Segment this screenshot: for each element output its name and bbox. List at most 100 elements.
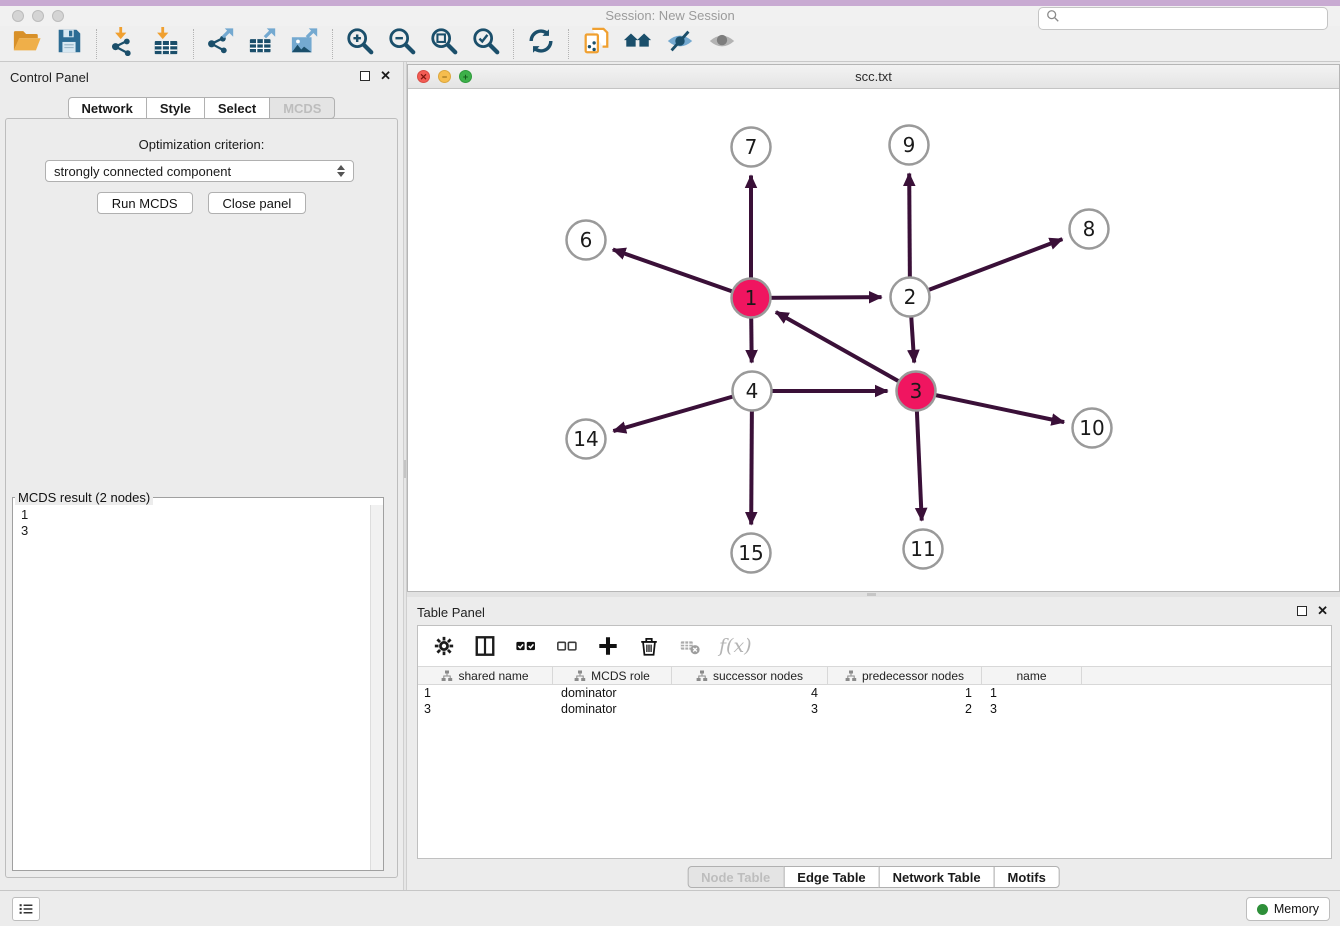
mcds-panel: Optimization criterion: strongly connect… bbox=[5, 118, 398, 878]
cell-mcds-role[interactable]: dominator bbox=[553, 685, 672, 701]
graph-edge-3-10[interactable] bbox=[916, 391, 1064, 422]
column-header-mcds-role[interactable]: MCDS role bbox=[553, 667, 672, 684]
toolbar-separator bbox=[193, 29, 194, 59]
column-header-name[interactable]: name bbox=[982, 667, 1082, 684]
graph-node-8[interactable]: 8 bbox=[1070, 210, 1109, 249]
graph-edge-3-1[interactable] bbox=[776, 312, 916, 391]
table-row-3[interactable]: 3dominator323 bbox=[418, 701, 1331, 717]
cell-successor-nodes[interactable]: 3 bbox=[672, 701, 828, 717]
table-row-1[interactable]: 1dominator411 bbox=[418, 685, 1331, 701]
tab-node-table[interactable]: Node Table bbox=[687, 866, 784, 888]
tab-network-table[interactable]: Network Table bbox=[879, 866, 995, 888]
graph-node-1[interactable]: 1 bbox=[732, 279, 771, 318]
search-input[interactable] bbox=[1065, 9, 1327, 28]
refresh-button[interactable] bbox=[520, 28, 562, 60]
hide-selected-button[interactable] bbox=[659, 28, 701, 60]
zoom-out-button[interactable] bbox=[381, 28, 423, 60]
function-builder-button[interactable]: f(x) bbox=[719, 635, 752, 657]
graph-node-4[interactable]: 4 bbox=[733, 372, 772, 411]
search-box[interactable] bbox=[1038, 7, 1328, 30]
close-table-panel-icon[interactable]: ✕ bbox=[1317, 606, 1328, 616]
export-network-button[interactable] bbox=[200, 28, 242, 60]
zoom-fit-button[interactable] bbox=[423, 28, 465, 60]
zoom-out-icon bbox=[387, 26, 417, 61]
criterion-dropdown[interactable]: strongly connected component bbox=[45, 160, 354, 182]
node-label: 2 bbox=[904, 285, 917, 309]
network-canvas[interactable]: 7 9 6 8 1 2 4 3 14 10 15 11 bbox=[408, 89, 1339, 591]
float-table-panel-icon[interactable] bbox=[1297, 606, 1307, 616]
column-header-shared-name[interactable]: shared name bbox=[418, 667, 553, 684]
tab-motifs[interactable]: Motifs bbox=[994, 866, 1060, 888]
graph-node-14[interactable]: 14 bbox=[567, 420, 606, 459]
network-window-titlebar[interactable]: ✕ − + scc.txt bbox=[408, 65, 1339, 89]
column-label: name bbox=[1016, 669, 1046, 683]
graph-node-3[interactable]: 3 bbox=[897, 372, 936, 411]
save-button[interactable] bbox=[48, 28, 90, 60]
memory-button[interactable]: Memory bbox=[1246, 897, 1330, 921]
node-label: 6 bbox=[580, 228, 593, 252]
tab-style[interactable]: Style bbox=[146, 97, 205, 119]
select-all-button[interactable] bbox=[514, 634, 538, 658]
cell-shared-name[interactable]: 3 bbox=[418, 701, 553, 717]
import-network-icon bbox=[109, 26, 139, 61]
import-table-icon bbox=[151, 26, 181, 61]
cell-mcds-role[interactable]: dominator bbox=[553, 701, 672, 717]
clone-network-icon bbox=[581, 26, 611, 61]
columns-button[interactable] bbox=[473, 634, 497, 658]
delete-table-button[interactable] bbox=[678, 634, 702, 658]
graph-node-6[interactable]: 6 bbox=[567, 221, 606, 260]
open-folder-button[interactable] bbox=[6, 28, 48, 60]
close-panel-icon[interactable]: ✕ bbox=[380, 71, 391, 81]
import-network-button[interactable] bbox=[103, 28, 145, 60]
graph-edge-1-6[interactable] bbox=[613, 249, 751, 298]
tab-network[interactable]: Network bbox=[68, 97, 147, 119]
node-label: 11 bbox=[910, 537, 935, 561]
column-header-successor-nodes[interactable]: successor nodes bbox=[672, 667, 828, 684]
graph-node-10[interactable]: 10 bbox=[1073, 409, 1112, 448]
clone-network-button[interactable] bbox=[575, 28, 617, 60]
node-label: 7 bbox=[745, 135, 758, 159]
tab-select[interactable]: Select bbox=[204, 97, 270, 119]
show-panels-button[interactable] bbox=[12, 897, 40, 921]
cell-shared-name[interactable]: 1 bbox=[418, 685, 553, 701]
graph-edge-2-8[interactable] bbox=[910, 239, 1062, 297]
zoom-in-icon bbox=[345, 26, 375, 61]
run-mcds-button[interactable]: Run MCDS bbox=[97, 192, 193, 214]
trash-button[interactable] bbox=[637, 634, 661, 658]
optimization-label: Optimization criterion: bbox=[6, 137, 397, 152]
cell-successor-nodes[interactable]: 4 bbox=[672, 685, 828, 701]
first-neighbors-button[interactable] bbox=[617, 28, 659, 60]
node-label: 8 bbox=[1083, 217, 1096, 241]
export-table-button[interactable] bbox=[242, 28, 284, 60]
graph-node-9[interactable]: 9 bbox=[890, 126, 929, 165]
column-header-predecessor-nodes[interactable]: predecessor nodes bbox=[828, 667, 982, 684]
zoom-in-button[interactable] bbox=[339, 28, 381, 60]
zoom-fit-icon bbox=[429, 26, 459, 61]
graph-node-11[interactable]: 11 bbox=[904, 530, 943, 569]
export-image-button[interactable] bbox=[284, 28, 326, 60]
result-scrollbar[interactable] bbox=[370, 505, 383, 870]
float-panel-icon[interactable] bbox=[360, 71, 370, 81]
add-button[interactable] bbox=[596, 634, 620, 658]
show-all-button[interactable] bbox=[701, 28, 743, 60]
cell-predecessor-nodes[interactable]: 2 bbox=[828, 701, 982, 717]
cell-name[interactable]: 1 bbox=[982, 685, 1082, 701]
cell-name[interactable]: 3 bbox=[982, 701, 1082, 717]
tab-mcds[interactable]: MCDS bbox=[269, 97, 335, 119]
deselect-all-button[interactable] bbox=[555, 634, 579, 658]
graph-node-15[interactable]: 15 bbox=[732, 534, 771, 573]
graph-node-2[interactable]: 2 bbox=[891, 278, 930, 317]
hierarchy-icon bbox=[845, 670, 857, 682]
control-panel-tabs: NetworkStyleSelectMCDS bbox=[68, 97, 336, 119]
graph-node-7[interactable]: 7 bbox=[732, 128, 771, 167]
gear-button[interactable] bbox=[432, 634, 456, 658]
zoom-selected-button[interactable] bbox=[465, 28, 507, 60]
graph-edge-4-14[interactable] bbox=[613, 391, 752, 431]
close-panel-button[interactable]: Close panel bbox=[208, 192, 307, 214]
import-table-button[interactable] bbox=[145, 28, 187, 60]
tab-edge-table[interactable]: Edge Table bbox=[783, 866, 879, 888]
save-icon bbox=[54, 26, 84, 61]
hierarchy-icon bbox=[696, 670, 708, 682]
node-label: 10 bbox=[1079, 416, 1104, 440]
cell-predecessor-nodes[interactable]: 1 bbox=[828, 685, 982, 701]
